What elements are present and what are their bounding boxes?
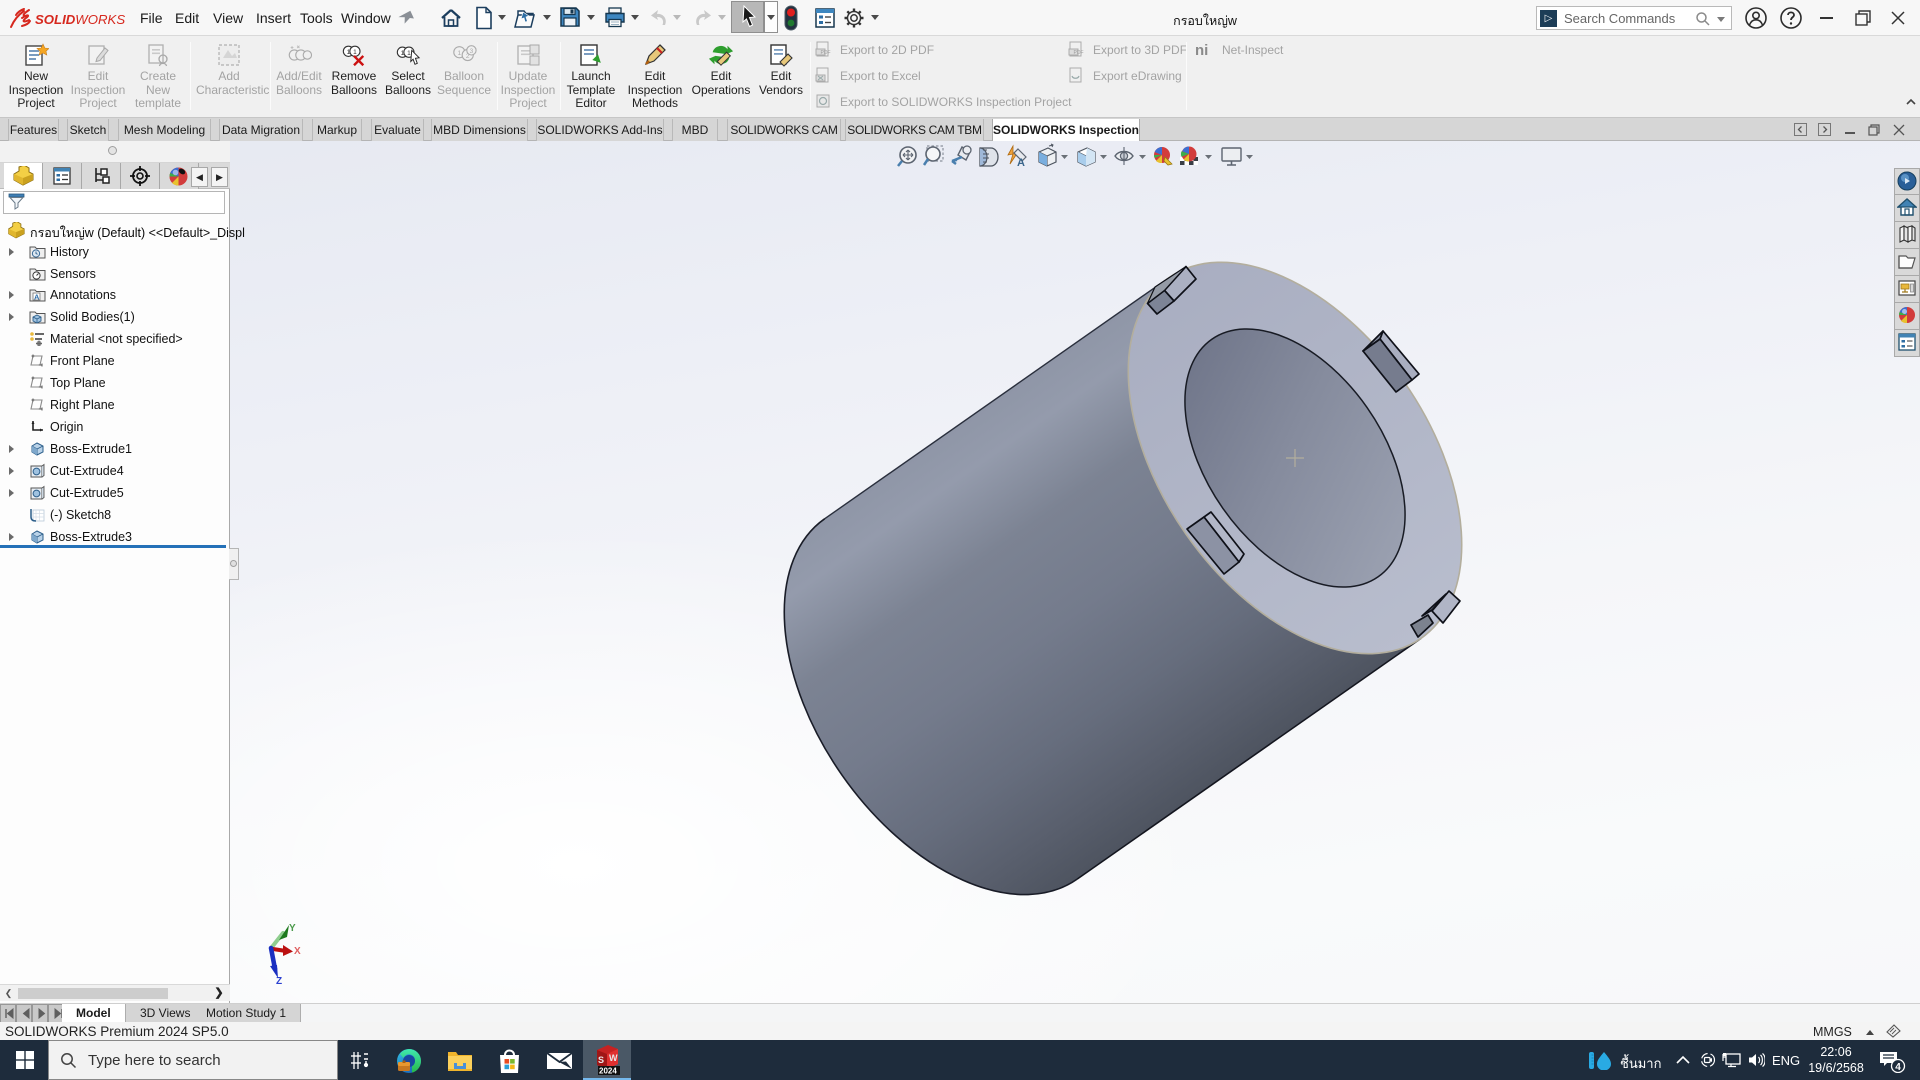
svg-text:4: 4	[1895, 1062, 1901, 1073]
svg-text:3: 3	[470, 48, 474, 55]
svg-text:X: X	[294, 946, 301, 957]
svg-text:PDF: PDF	[821, 50, 831, 56]
svg-text:1: 1	[458, 50, 462, 57]
svg-text:A: A	[1017, 157, 1025, 169]
svg-text:ni: ni	[1195, 42, 1208, 58]
svg-text:Z: Z	[276, 976, 282, 987]
svg-text:SOLIDWORKS: SOLIDWORKS	[35, 12, 125, 27]
svg-text:Y: Y	[289, 923, 296, 934]
svg-text:1: 1	[353, 49, 357, 56]
svg-text:PDF: PDF	[1074, 50, 1084, 56]
svg-text:A: A	[34, 293, 40, 302]
svg-text:1: 1	[407, 50, 411, 57]
